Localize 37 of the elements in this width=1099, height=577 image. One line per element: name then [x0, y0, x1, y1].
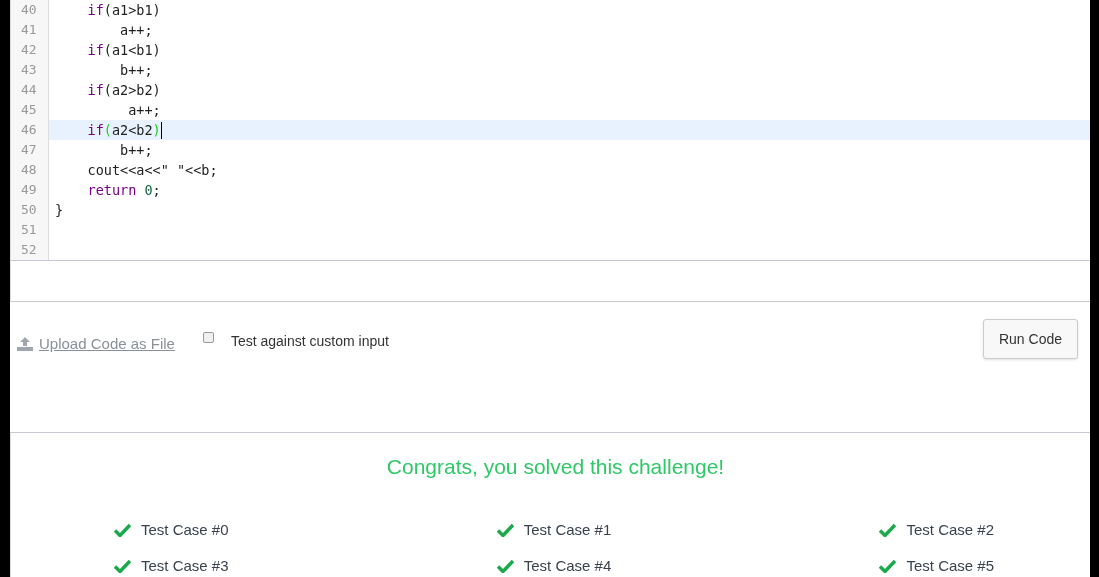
- line-number: 40: [21, 1, 37, 20]
- line-number: 42: [21, 41, 37, 60]
- line-number: 41: [21, 21, 37, 40]
- line-number: 49: [21, 181, 37, 200]
- code-line: a++;: [127, 101, 161, 120]
- test-case-label[interactable]: Test Case #3: [141, 554, 229, 577]
- code-line: b++;: [119, 141, 153, 160]
- checkbox-label: Test against custom input: [230, 331, 389, 351]
- code-line: if(a2<b2): [86, 121, 161, 140]
- test-case-label[interactable]: Test Case #0: [141, 519, 229, 542]
- test-case-label[interactable]: Test Case #4: [523, 554, 612, 577]
- line-number: 48: [21, 161, 37, 180]
- test-case-label[interactable]: Test Case #1: [523, 519, 612, 542]
- code-line: if(a2>b2): [86, 81, 161, 100]
- code-line: a++;: [119, 21, 153, 40]
- line-number: 47: [21, 141, 37, 160]
- line-number: 43: [21, 61, 37, 80]
- line-number: 44: [21, 81, 37, 100]
- success-message: Congrats, you solved this challenge!: [386, 453, 725, 480]
- custom-input-checkbox[interactable]: [202, 331, 214, 343]
- line-number: 46: [21, 121, 37, 140]
- line-number: 51: [21, 221, 37, 240]
- run-code-button[interactable]: Run Code: [982, 319, 1078, 360]
- line-number: 45: [21, 101, 37, 120]
- test-case-label[interactable]: Test Case #5: [906, 554, 994, 577]
- code-editor[interactable]: 40 if(a1>b1) 41 a++; 42 if(a1<b1) 43 b++; 44 if(a2>b2) 45 a++; 46 if(a2<b2) 47 b++; 48 cout<<a<<" "<<b; 49 return 0; 50 } 51 52: [10, 0, 1090, 261]
- code-line: return 0;: [86, 181, 161, 200]
- code-line: if(a1<b1): [86, 41, 161, 60]
- line-number: 50: [21, 201, 37, 220]
- test-case-label[interactable]: Test Case #2: [906, 519, 994, 542]
- code-line: b++;: [119, 61, 153, 80]
- code-line: if(a1>b1): [86, 1, 161, 20]
- upload-icon: [16, 336, 34, 353]
- code-line: cout<<a<<" "<<b;: [86, 161, 218, 180]
- code-line: }: [55, 201, 64, 220]
- line-number: 52: [21, 241, 37, 260]
- text-cursor: [160, 121, 162, 139]
